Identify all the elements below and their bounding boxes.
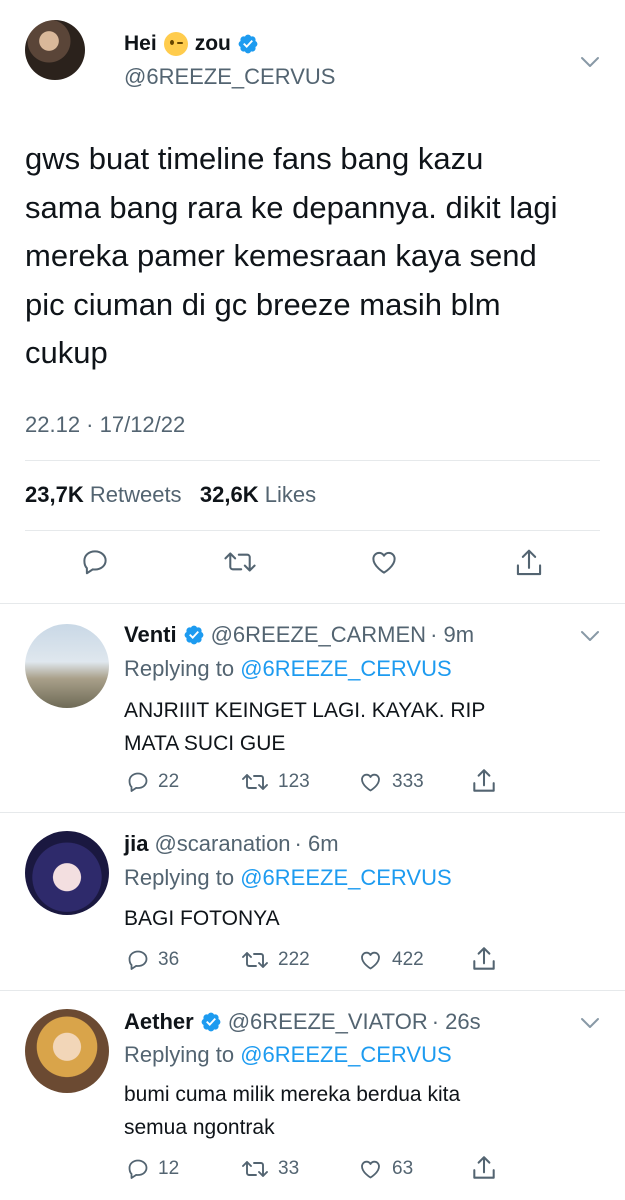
reply-count: 22 — [158, 771, 180, 792]
divider — [25, 530, 600, 531]
tweet-stats: 23,7K Retweets 32,6K Likes — [25, 482, 316, 508]
reply-handle[interactable]: @scaranation — [154, 831, 290, 857]
reply-text: ANJRIIIT KEINGET LAGI. KAYAK. RIP MATA S… — [124, 694, 584, 760]
retweet-count: 222 — [278, 949, 310, 970]
reply-text-line: ANJRIIIT KEINGET LAGI. KAYAK. RIP — [124, 699, 486, 722]
chevron-down-icon[interactable] — [580, 630, 600, 642]
like-heart-icon — [361, 1160, 380, 1179]
reply-count: 12 — [158, 1158, 180, 1179]
reply-tweet[interactable]: Aether @6REEZE_VIATOR · 26s Replying to … — [0, 991, 625, 1200]
like-heart-icon — [361, 951, 380, 970]
reply-tweet[interactable]: jia @scaranation · 6m Replying to @6REEZ… — [0, 813, 625, 990]
like-button[interactable]: 63 — [357, 1157, 413, 1181]
reply-button[interactable]: 12 — [126, 1157, 179, 1181]
reply-header: jia @scaranation · 6m — [124, 831, 339, 857]
replying-to-label: Replying to — [124, 1042, 235, 1067]
likes-stat[interactable]: 32,6K Likes — [200, 482, 316, 507]
retweet-icon[interactable] — [223, 547, 257, 577]
reply-time: · 26s — [431, 1009, 481, 1034]
reply-header: Aether @6REEZE_VIATOR · 26s — [124, 1009, 481, 1035]
author-avatar[interactable] — [25, 20, 85, 80]
retweets-count: 23,7K — [25, 482, 84, 507]
reply-header: Venti @6REEZE_CARMEN · 9m — [124, 622, 474, 648]
chevron-down-icon[interactable] — [580, 1017, 600, 1029]
reply-avatar[interactable] — [25, 1009, 109, 1093]
retweet-icon — [242, 952, 268, 968]
retweet-button[interactable]: 33 — [240, 1157, 299, 1181]
reply-display-name[interactable]: Venti — [124, 622, 177, 648]
reply-handle[interactable]: @6REEZE_VIATOR — [228, 1009, 428, 1035]
reply-icon — [128, 1159, 148, 1179]
reply-text-line: MATA SUCI GUE — [124, 732, 286, 755]
tweet-text: gws buat timeline fans bang kazu sama ba… — [25, 141, 558, 370]
verified-badge-icon — [238, 34, 258, 54]
retweet-icon — [242, 1161, 268, 1177]
chevron-down-icon[interactable] — [580, 56, 600, 68]
reply-text-line: BAGI FOTONYA — [124, 907, 280, 930]
retweet-button[interactable]: 222 — [240, 948, 310, 972]
like-heart-icon — [361, 773, 380, 792]
verified-badge-icon — [184, 625, 203, 645]
verified-badge-icon — [201, 1012, 221, 1032]
reply-text-line: bumi cuma milik mereka berdua kita — [124, 1083, 461, 1106]
replying-to-mention[interactable]: @6REEZE_CERVUS — [240, 1042, 451, 1067]
like-button[interactable]: 422 — [357, 948, 424, 972]
reply-avatar[interactable] — [25, 831, 109, 915]
display-name-part1: Hei — [124, 32, 157, 55]
reply-button[interactable]: 36 — [126, 948, 179, 972]
reply-icon[interactable] — [80, 547, 110, 577]
tweet-actions — [0, 547, 625, 587]
replying-to-mention[interactable]: @6REEZE_CERVUS — [240, 865, 451, 890]
reply-display-name[interactable]: jia — [124, 831, 148, 857]
reply-display-name[interactable]: Aether — [124, 1009, 194, 1035]
reply-text-line: semua ngontrak — [124, 1116, 275, 1139]
winking-face-emoji-icon — [163, 32, 188, 56]
share-icon[interactable] — [471, 767, 497, 795]
replying-to-label: Replying to — [124, 865, 235, 890]
likes-count: 32,6K — [199, 482, 259, 507]
like-count: 333 — [392, 771, 424, 792]
replying-to: Replying to @6REEZE_CERVUS — [124, 656, 452, 682]
share-icon[interactable] — [514, 547, 544, 579]
reply-icon — [128, 772, 148, 792]
retweet-button[interactable]: 123 — [240, 770, 310, 794]
like-count: 63 — [392, 1158, 414, 1179]
likes-label: Likes — [264, 482, 317, 507]
main-tweet: Hei zou @6REEZE_CERVUS gws buat timeline… — [0, 0, 625, 600]
reply-handle[interactable]: @6REEZE_CARMEN — [211, 622, 427, 648]
tweet-timestamp[interactable]: 22.12 · 17/12/22 — [25, 412, 185, 438]
reply-text: bumi cuma milik mereka berdua kita semua… — [124, 1078, 584, 1144]
retweets-label: Retweets — [89, 482, 182, 507]
reply-time: · 9m — [430, 622, 475, 647]
retweet-count: 123 — [278, 771, 310, 792]
reply-icon — [128, 950, 148, 970]
like-button[interactable]: 333 — [357, 770, 424, 794]
retweets-stat[interactable]: 23,7K Retweets — [25, 482, 182, 507]
reply-text: BAGI FOTONYA — [124, 902, 584, 935]
retweet-icon — [242, 774, 268, 790]
like-count: 422 — [392, 949, 424, 970]
reply-tweet[interactable]: Venti @6REEZE_CARMEN · 9m Replying to @6… — [0, 604, 625, 812]
replying-to-mention[interactable]: @6REEZE_CERVUS — [240, 656, 451, 681]
reply-avatar[interactable] — [25, 624, 109, 708]
retweet-count: 33 — [278, 1158, 300, 1179]
reply-button[interactable]: 22 — [126, 770, 179, 794]
display-name-part2: zou — [194, 32, 231, 55]
replying-to: Replying to @6REEZE_CERVUS — [124, 865, 452, 891]
reply-time: · 6m — [294, 831, 339, 856]
replying-to-label: Replying to — [124, 656, 235, 681]
share-icon[interactable] — [471, 945, 497, 973]
reply-count: 36 — [158, 949, 180, 970]
author-display-name[interactable]: Hei zou — [124, 32, 259, 56]
replying-to: Replying to @6REEZE_CERVUS — [124, 1042, 452, 1068]
share-icon[interactable] — [471, 1154, 497, 1182]
divider — [25, 460, 600, 461]
like-heart-icon[interactable] — [368, 547, 400, 577]
author-handle[interactable]: @6REEZE_CERVUS — [124, 64, 335, 90]
